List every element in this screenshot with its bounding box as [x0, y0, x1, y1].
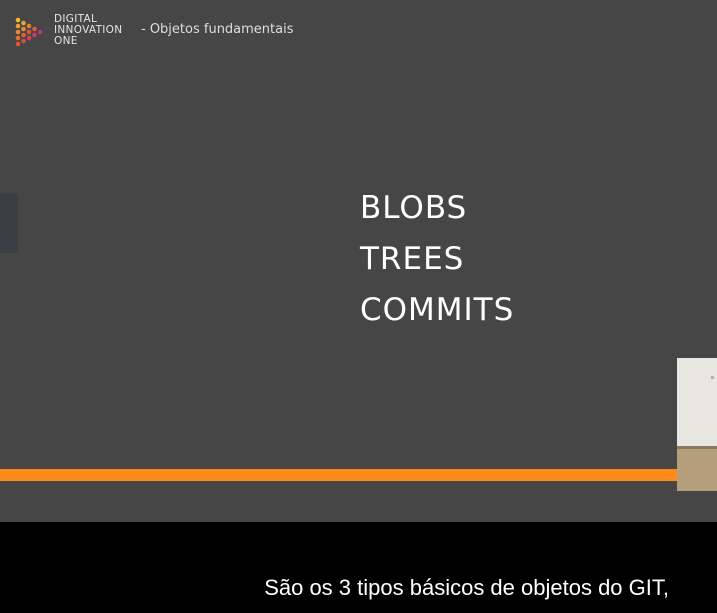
git-object-list: BLOBS TREES COMMITS	[360, 183, 514, 336]
video-frame[interactable]: DIGITAL INNOVATION ONE - Objetos fundame…	[0, 0, 717, 613]
subtitle-text: São os 3 tipos básicos de objetos do GIT…	[264, 575, 669, 600]
presentation-slide: DIGITAL INNOVATION ONE - Objetos fundame…	[0, 0, 717, 522]
object-item-trees: TREES	[360, 241, 465, 277]
presenter-webcam	[677, 358, 717, 491]
subtitle-bar: São os 3 tipos básicos de objetos do GIT…	[0, 522, 717, 613]
lesson-title: - Objetos fundamentais	[141, 22, 294, 37]
webcam-wall-detail	[711, 376, 714, 379]
dio-logo-icon	[15, 17, 43, 47]
webcam-shelf	[677, 449, 717, 491]
side-panel-tab[interactable]	[0, 194, 18, 253]
brand-line-3: ONE	[54, 35, 78, 47]
brand-name: DIGITAL INNOVATION ONE	[54, 14, 122, 47]
object-item-commits: COMMITS	[360, 292, 515, 328]
accent-bar	[0, 469, 717, 481]
object-item-blobs: BLOBS	[360, 190, 468, 226]
